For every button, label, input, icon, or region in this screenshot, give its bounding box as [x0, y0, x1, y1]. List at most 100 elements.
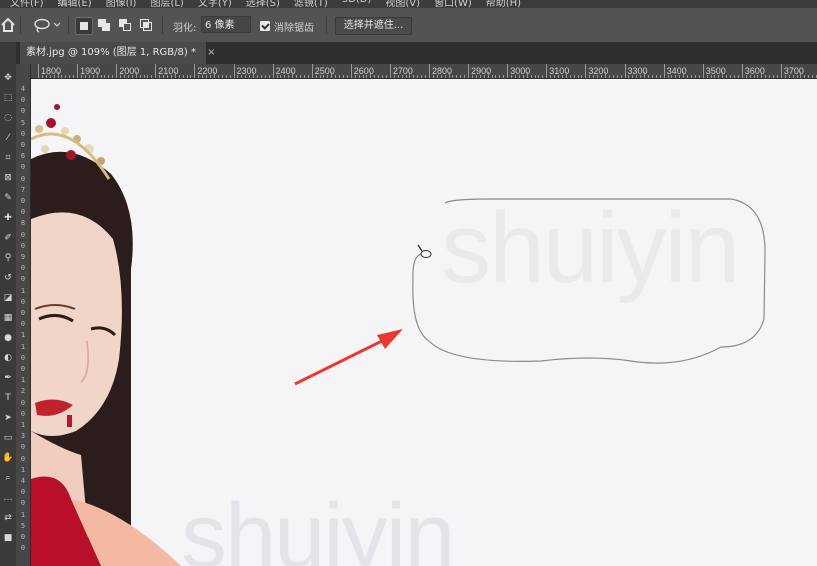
zoom-icon[interactable]: ⌕ [2, 472, 14, 484]
eyedropper-icon[interactable]: ✎ [2, 192, 14, 204]
more-icon[interactable]: … [2, 492, 14, 504]
lasso-selection [412, 198, 766, 364]
ruler-digit: 0 [20, 398, 26, 407]
path-select-icon[interactable]: ➤ [2, 412, 14, 424]
ruler-minor-tick [730, 75, 732, 78]
ruler-digit: 0 [20, 320, 26, 329]
menu-item[interactable]: 帮助(H) [486, 0, 521, 8]
menu-item[interactable]: 图层(L) [150, 0, 183, 8]
antialias-label: 消除锯齿 [274, 23, 314, 34]
menu-item[interactable]: 窗口(W) [434, 0, 472, 8]
ruler-minor-tick [167, 75, 169, 78]
menu-item[interactable]: 3D(D) [342, 0, 372, 8]
ruler-minor-tick [84, 75, 86, 78]
ruler-digit: 1 [20, 465, 26, 474]
feather-input[interactable]: 6 像素 [201, 16, 251, 33]
ruler-tick-mark [468, 64, 470, 78]
ruler-minor-tick [472, 75, 473, 78]
menu-item[interactable]: 编辑(E) [58, 0, 92, 8]
menu-item[interactable]: 视图(V) [385, 0, 420, 8]
lasso-cursor-icon [417, 244, 432, 258]
subtract-from-selection-button[interactable] [117, 17, 133, 33]
marquee-icon[interactable]: ⬚ [2, 92, 14, 104]
dodge-icon[interactable]: ◐ [2, 352, 14, 364]
ruler-digit: 8 [20, 219, 26, 228]
ruler-minor-tick [57, 72, 59, 78]
lasso-icon[interactable]: ◌ [2, 112, 14, 124]
menu-item[interactable]: 图像(I) [106, 0, 137, 8]
ruler-minor-tick [530, 75, 532, 78]
ruler-minor-tick [460, 75, 462, 78]
healing-icon[interactable]: ✚ [2, 212, 14, 224]
red-arrow-icon [294, 329, 403, 386]
ruler-minor-tick [65, 75, 67, 78]
ruler-minor-tick [362, 75, 364, 78]
ruler-minor-tick [335, 75, 337, 78]
ruler-minor-tick [550, 75, 552, 78]
menu-item[interactable]: 文字(Y) [198, 0, 232, 8]
ruler-minor-tick [577, 75, 579, 78]
eraser-icon[interactable]: ◪ [2, 292, 14, 304]
ruler-tick-mark [546, 64, 548, 78]
gradient-icon[interactable]: ▦ [2, 312, 14, 324]
ruler-minor-tick [475, 75, 477, 78]
close-icon[interactable]: × [207, 47, 215, 58]
ruler-minor-tick [788, 75, 790, 78]
pen-icon[interactable]: ✒ [2, 372, 14, 384]
lasso-icon[interactable] [32, 17, 62, 33]
home-icon[interactable] [0, 16, 16, 34]
ruler-minor-tick [256, 75, 258, 78]
brush-tool-icon[interactable]: ✐ [2, 232, 14, 244]
hand-icon[interactable]: ✋ [2, 452, 14, 464]
crop-icon[interactable]: ⌗ [2, 152, 14, 164]
tools-panel: ✥ ⬚ ◌ ⁄ ⌗ ⊠ ✎ ✚ ✐ ⚲ ↺ ◪ ▦ ● ◐ ✒ T ➤ ▭ ✋ ⌕ … ⇄ ■ [0, 42, 17, 566]
ruler-minor-tick [178, 75, 180, 78]
ruler-digit: 0 [20, 499, 26, 508]
document-tab-title: 素材.jpg @ 109% (图层 1, RGB/8) * [26, 47, 196, 58]
ruler-minor-tick [679, 75, 681, 78]
ruler-minor-tick [518, 75, 520, 78]
menu-item[interactable]: 滤镜(T) [294, 0, 328, 8]
shape-icon[interactable]: ▭ [2, 432, 14, 444]
intersect-selection-button[interactable] [138, 17, 154, 33]
color-swatches-icon[interactable]: ■ [2, 532, 14, 544]
ruler-minor-tick [487, 72, 489, 78]
ruler-minor-tick [542, 75, 544, 78]
ruler-minor-tick [225, 75, 227, 78]
history-brush-icon[interactable]: ↺ [2, 272, 14, 284]
ruler-tick-mark [233, 64, 235, 78]
ruler-minor-tick [659, 75, 661, 78]
frame-icon[interactable]: ⊠ [2, 172, 14, 184]
document-canvas[interactable]: shuiyin shuiyin [31, 79, 817, 566]
ruler-minor-tick [698, 75, 700, 78]
type-icon[interactable]: T [2, 392, 14, 404]
ruler-minor-tick [385, 75, 387, 78]
ruler-minor-tick [229, 75, 231, 78]
document-tab[interactable]: 素材.jpg @ 109% (图层 1, RGB/8) * × [20, 42, 216, 64]
ruler-minor-tick [69, 75, 71, 78]
ruler-digit: 0 [20, 544, 26, 553]
select-and-mask-button[interactable]: 选择并遮住... [335, 17, 412, 35]
ruler-tick-mark [429, 64, 430, 78]
brush-icon[interactable]: ⁄ [2, 132, 14, 144]
ruler-minor-tick [620, 75, 622, 78]
ruler-minor-tick [561, 75, 563, 78]
ruler-minor-tick [327, 75, 329, 78]
blur-icon[interactable]: ● [2, 332, 14, 344]
move-icon[interactable]: ✥ [2, 72, 14, 84]
ruler-minor-tick [96, 72, 98, 78]
menu-item[interactable]: 文件(F) [10, 0, 44, 8]
stamp-icon[interactable]: ⚲ [2, 252, 14, 264]
ruler-minor-tick [565, 72, 567, 78]
add-to-selection-button[interactable] [96, 17, 112, 33]
ruler-minor-tick [495, 75, 497, 78]
ruler-minor-tick [280, 75, 282, 78]
ruler-minor-tick [299, 75, 301, 78]
new-selection-button[interactable] [75, 17, 93, 35]
ruler-tick-mark [77, 64, 79, 78]
swap-colors-icon[interactable]: ⇄ [2, 512, 14, 524]
antialias-checkbox[interactable] [260, 21, 270, 31]
menu-item[interactable]: 选择(S) [246, 0, 280, 8]
ruler-minor-tick [718, 75, 720, 78]
ruler-minor-tick [456, 75, 458, 78]
